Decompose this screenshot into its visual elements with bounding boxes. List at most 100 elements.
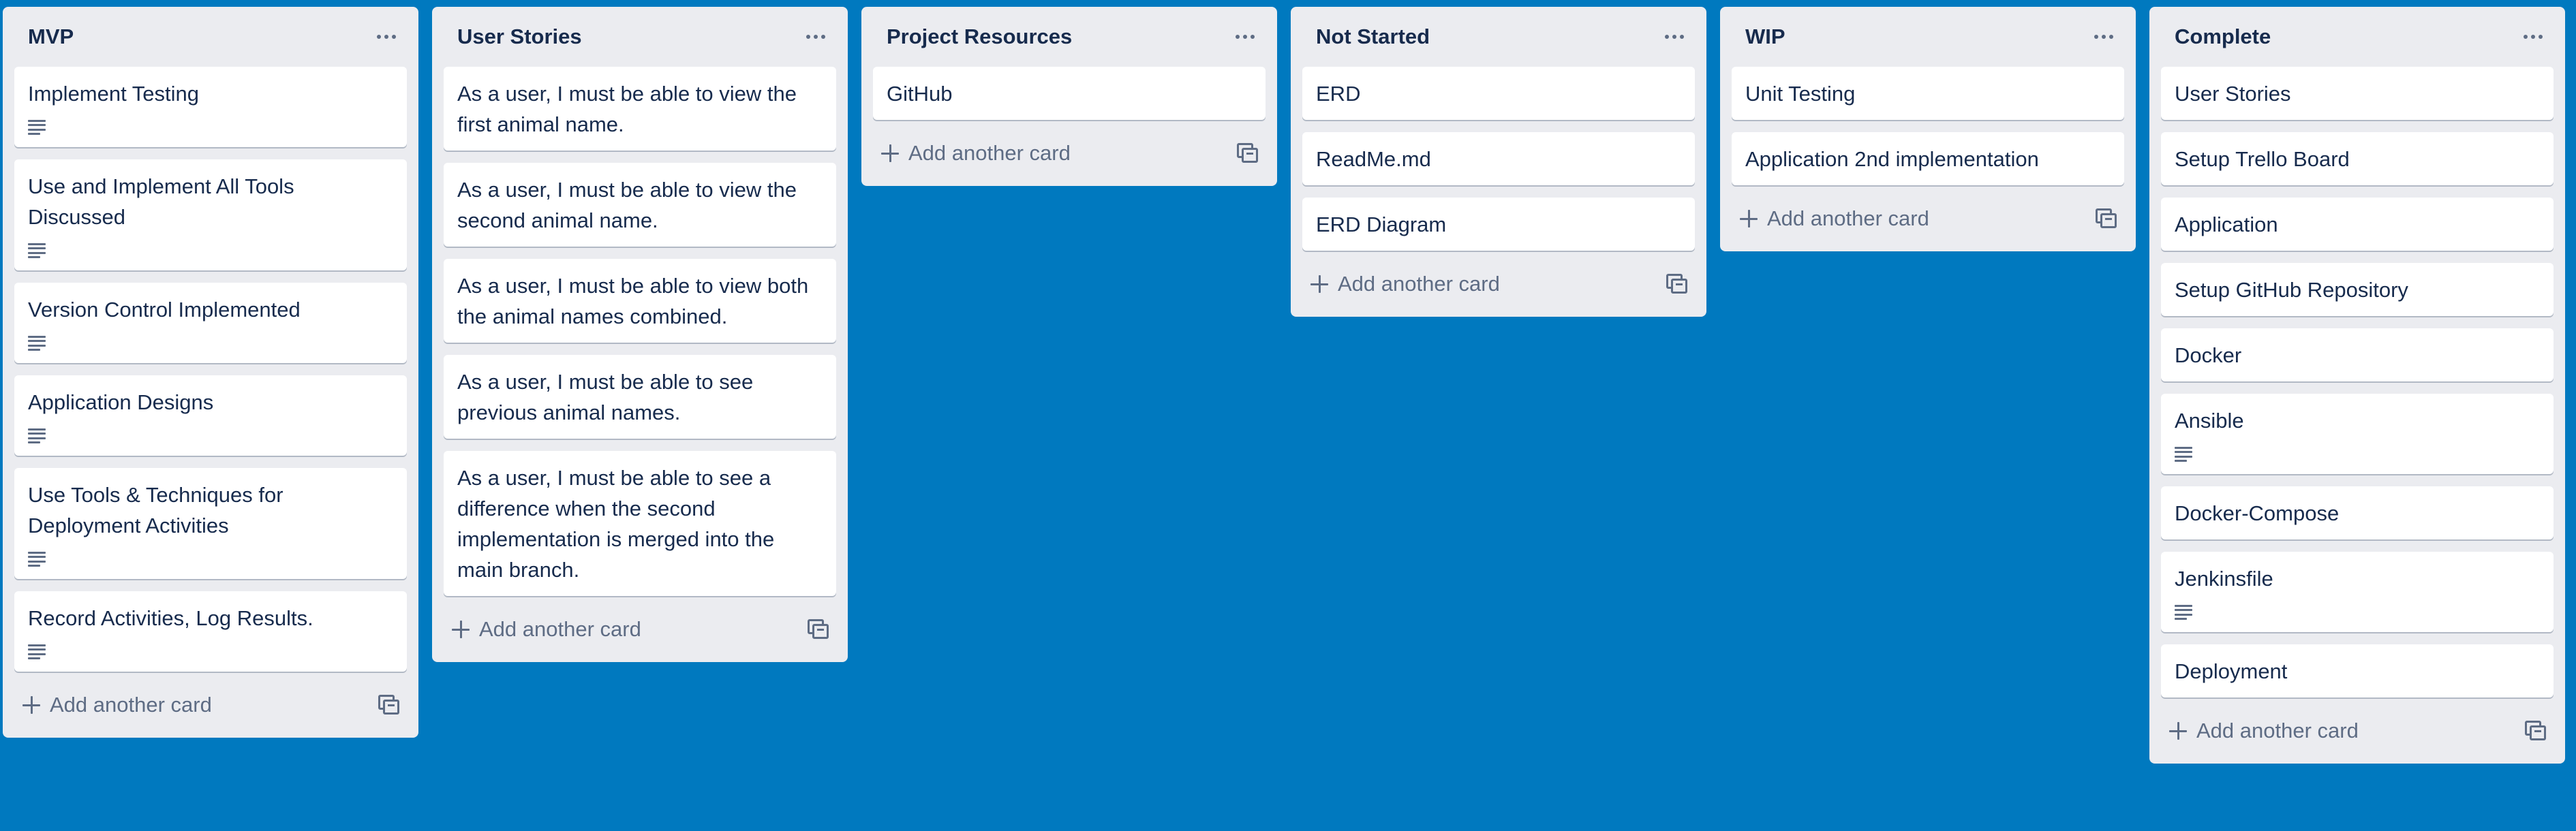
- ellipsis-icon[interactable]: [795, 20, 836, 53]
- card[interactable]: ERD: [1302, 67, 1695, 120]
- card-template-icon[interactable]: [378, 695, 400, 715]
- card-title: Use Tools & Techniques for Deployment Ac…: [28, 483, 290, 537]
- card[interactable]: Jenkinsfile: [2161, 552, 2554, 632]
- list-header: Complete: [2161, 7, 2554, 67]
- card[interactable]: Docker: [2161, 328, 2554, 381]
- add-card-label: Add another card: [479, 617, 641, 641]
- card-title: ERD Diagram: [1316, 213, 1447, 236]
- card[interactable]: GitHub: [873, 67, 1266, 120]
- ellipsis-icon[interactable]: [2513, 20, 2554, 53]
- add-card-row: Add another card: [873, 132, 1266, 174]
- add-card-row: Add another card: [1302, 263, 1695, 305]
- description-icon: [28, 243, 46, 258]
- card-template-icon[interactable]: [2525, 721, 2547, 741]
- card-title: Application 2nd implementation: [1745, 147, 2039, 171]
- plus-icon: [22, 696, 40, 714]
- description-icon: [28, 336, 46, 351]
- card-title: Docker: [2175, 343, 2242, 367]
- list-complete: Complete User Stories Setup Trello Board…: [2149, 7, 2565, 764]
- add-card-label: Add another card: [50, 693, 212, 717]
- card-template-icon[interactable]: [808, 619, 829, 640]
- add-card-button[interactable]: Add another card: [2169, 719, 2359, 743]
- card[interactable]: As a user, I must be able to see a diffe…: [444, 451, 836, 596]
- card-template-icon[interactable]: [1666, 274, 1688, 294]
- description-icon: [28, 552, 46, 567]
- card-title: Version Control Implemented: [28, 298, 301, 322]
- list-title[interactable]: Complete: [2175, 25, 2271, 49]
- card-title: Record Activities, Log Results.: [28, 606, 313, 630]
- card-title: ReadMe.md: [1316, 147, 1431, 171]
- card[interactable]: As a user, I must be able to view the se…: [444, 163, 836, 247]
- plus-icon: [1740, 210, 1758, 228]
- add-card-row: Add another card: [1732, 198, 2124, 240]
- description-icon: [28, 644, 46, 659]
- list-title[interactable]: WIP: [1745, 25, 1785, 49]
- card[interactable]: Application Designs: [14, 375, 407, 456]
- card-title: Use and Implement All Tools Discussed: [28, 174, 301, 229]
- add-card-button[interactable]: Add another card: [881, 141, 1071, 166]
- description-icon: [28, 120, 46, 135]
- description-icon: [28, 428, 46, 443]
- card-title: Setup Trello Board: [2175, 147, 2350, 171]
- description-icon: [2175, 605, 2192, 620]
- card[interactable]: Use and Implement All Tools Discussed: [14, 159, 407, 270]
- list-header: User Stories: [444, 7, 836, 67]
- card-title: Unit Testing: [1745, 82, 1856, 106]
- list-mvp: MVP Implement Testing Use and Implement …: [3, 7, 418, 738]
- trello-board: MVP Implement Testing Use and Implement …: [0, 0, 2576, 831]
- list-wip: WIP Unit Testing Application 2nd impleme…: [1720, 7, 2136, 251]
- list-header: MVP: [14, 7, 407, 67]
- add-card-row: Add another card: [2161, 710, 2554, 752]
- card-template-icon[interactable]: [1237, 143, 1259, 163]
- card-title: Application Designs: [28, 390, 214, 414]
- card[interactable]: Version Control Implemented: [14, 283, 407, 363]
- ellipsis-icon[interactable]: [1225, 20, 1266, 53]
- card-title: As a user, I must be able to view the fi…: [457, 82, 803, 136]
- card[interactable]: Application: [2161, 198, 2554, 251]
- card[interactable]: ERD Diagram: [1302, 198, 1695, 251]
- card[interactable]: As a user, I must be able to view the fi…: [444, 67, 836, 151]
- card[interactable]: Use Tools & Techniques for Deployment Ac…: [14, 468, 407, 579]
- card[interactable]: Docker-Compose: [2161, 486, 2554, 539]
- plus-icon: [2169, 722, 2187, 740]
- card-title: Deployment: [2175, 659, 2288, 683]
- list-title[interactable]: MVP: [28, 25, 74, 49]
- card[interactable]: As a user, I must be able to view both t…: [444, 259, 836, 343]
- card-title: User Stories: [2175, 82, 2291, 106]
- plus-icon: [452, 621, 470, 638]
- add-card-label: Add another card: [908, 141, 1071, 165]
- card[interactable]: Record Activities, Log Results.: [14, 591, 407, 672]
- list-title[interactable]: Project Resources: [887, 25, 1072, 49]
- add-card-row: Add another card: [14, 684, 407, 726]
- card[interactable]: Ansible: [2161, 394, 2554, 474]
- card-title: As a user, I must be able to view both t…: [457, 274, 814, 328]
- add-card-button[interactable]: Add another card: [1740, 206, 1929, 231]
- card-template-icon[interactable]: [2096, 208, 2117, 229]
- card[interactable]: User Stories: [2161, 67, 2554, 120]
- card-title: ERD: [1316, 82, 1361, 106]
- card[interactable]: Unit Testing: [1732, 67, 2124, 120]
- card[interactable]: Application 2nd implementation: [1732, 132, 2124, 185]
- card[interactable]: Setup Trello Board: [2161, 132, 2554, 185]
- add-card-label: Add another card: [2196, 719, 2359, 742]
- card-title: Ansible: [2175, 409, 2244, 433]
- list-header: Not Started: [1302, 7, 1695, 67]
- card[interactable]: Implement Testing: [14, 67, 407, 147]
- add-card-button[interactable]: Add another card: [452, 617, 641, 642]
- card-title: Docker-Compose: [2175, 501, 2340, 525]
- card[interactable]: Deployment: [2161, 644, 2554, 697]
- card[interactable]: ReadMe.md: [1302, 132, 1695, 185]
- card[interactable]: As a user, I must be able to see previou…: [444, 355, 836, 439]
- list-title[interactable]: User Stories: [457, 25, 582, 49]
- ellipsis-icon[interactable]: [1654, 20, 1695, 53]
- list-title[interactable]: Not Started: [1316, 25, 1430, 49]
- card-title: Jenkinsfile: [2175, 567, 2273, 591]
- add-card-button[interactable]: Add another card: [22, 693, 212, 717]
- ellipsis-icon[interactable]: [2083, 20, 2124, 53]
- list-header: Project Resources: [873, 7, 1266, 67]
- ellipsis-icon[interactable]: [366, 20, 407, 53]
- list-project-resources: Project Resources GitHub Add another car…: [861, 7, 1277, 186]
- add-card-button[interactable]: Add another card: [1310, 272, 1500, 296]
- card[interactable]: Setup GitHub Repository: [2161, 263, 2554, 316]
- description-icon: [2175, 447, 2192, 462]
